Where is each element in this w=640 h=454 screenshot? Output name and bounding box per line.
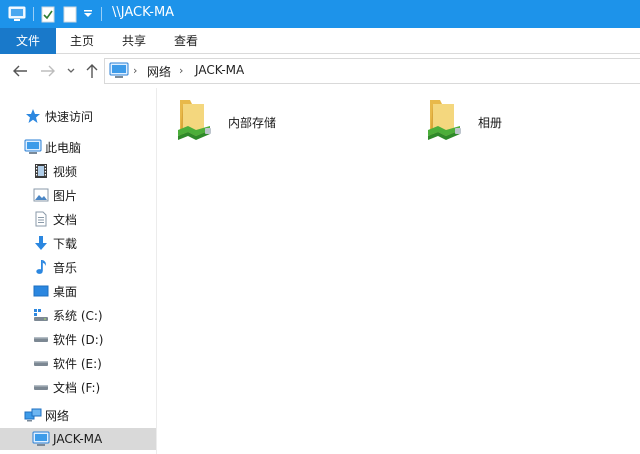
computer-icon (109, 62, 129, 83)
share-name: 相册 (478, 116, 503, 130)
up-arrow-icon[interactable] (82, 62, 102, 80)
computer-icon[interactable] (8, 5, 26, 23)
sidebar-item-drive-e[interactable]: 软件 (E:) (0, 352, 156, 374)
sidebar-item-label: 系统 (C:) (53, 308, 103, 323)
sidebar-item-label: 视频 (53, 164, 78, 179)
back-arrow-icon[interactable] (10, 62, 30, 80)
music-icon (32, 258, 50, 276)
share-item-internal-storage[interactable]: 内部存储 (174, 96, 314, 148)
sidebar-item-label: 网络 (45, 408, 70, 423)
ribbon-tabs: 文件 主页 共享 查看 (0, 28, 640, 54)
share-name: 内部存储 (228, 116, 277, 130)
sidebar-item-label: 音乐 (53, 260, 78, 275)
desktop-icon (32, 282, 50, 300)
sidebar-item-quick-access[interactable]: 快速访问 (0, 105, 156, 127)
forward-arrow-icon[interactable] (38, 62, 58, 80)
system-drive-icon (32, 306, 50, 324)
pictures-icon (32, 186, 50, 204)
sidebar-item-drive-f[interactable]: 文档 (F:) (0, 376, 156, 398)
sidebar-item-network[interactable]: 网络 (0, 404, 156, 426)
sidebar-item-this-pc[interactable]: 此电脑 (0, 136, 156, 158)
sidebar-item-desktop[interactable]: 桌面 (0, 280, 156, 302)
sidebar-item-label: 下载 (53, 236, 78, 251)
toolbar-separator (101, 7, 102, 21)
sidebar-item-drive-d[interactable]: 软件 (D:) (0, 328, 156, 350)
sidebar-item-drive-c[interactable]: 系统 (C:) (0, 304, 156, 326)
sidebar-item-label: 文档 (F:) (53, 380, 101, 395)
document-icon (32, 210, 50, 228)
computer-icon (24, 138, 42, 156)
tab-file[interactable]: 文件 (0, 28, 56, 54)
tab-view[interactable]: 查看 (162, 28, 210, 54)
file-list: 内部存储 相册 (158, 88, 640, 454)
sidebar-item-music[interactable]: 音乐 (0, 256, 156, 278)
sidebar-item-documents[interactable]: 文档 (0, 208, 156, 230)
drive-icon (32, 330, 50, 348)
drive-icon (32, 354, 50, 372)
properties-icon[interactable] (40, 5, 56, 23)
sidebar-item-label: 文档 (53, 212, 78, 227)
navigation-pane: 快速访问 此电脑 视频 图片 文档 下载 音乐 桌面 系统 (C:) 软件 (D… (0, 88, 157, 454)
download-icon (32, 234, 50, 252)
video-icon (32, 162, 50, 180)
shared-folder-icon (424, 96, 476, 148)
sidebar-item-downloads[interactable]: 下载 (0, 232, 156, 254)
sidebar-item-label: JACK-MA (53, 432, 103, 446)
computer-icon (32, 430, 50, 448)
sidebar-item-label: 桌面 (53, 284, 78, 299)
sidebar-item-label: 软件 (E:) (53, 356, 102, 371)
toolbar-separator (33, 7, 34, 21)
sidebar-item-jack-ma[interactable]: JACK-MA (0, 428, 156, 450)
tab-share[interactable]: 共享 (110, 28, 158, 54)
chevron-right-icon[interactable]: › (179, 64, 183, 77)
chevron-right-icon[interactable]: › (133, 64, 137, 77)
sidebar-item-label: 软件 (D:) (53, 332, 104, 347)
address-component-host[interactable]: JACK-MA (195, 63, 244, 77)
share-item-album[interactable]: 相册 (424, 96, 544, 148)
sidebar-item-label: 图片 (53, 188, 78, 203)
new-folder-icon[interactable] (62, 5, 78, 23)
star-icon (24, 107, 42, 125)
tab-home[interactable]: 主页 (58, 28, 106, 54)
address-component-network[interactable]: 网络 (147, 63, 171, 80)
sidebar-item-label: 快速访问 (45, 109, 94, 124)
address-bar[interactable]: › 网络 › JACK-MA (104, 58, 640, 84)
window-title: \\JACK-MA (112, 5, 175, 20)
shared-folder-icon (174, 96, 226, 148)
sidebar-item-pictures[interactable]: 图片 (0, 184, 156, 206)
title-bar: \\JACK-MA (0, 0, 640, 28)
network-icon (24, 406, 42, 424)
customize-dropdown-icon[interactable] (82, 5, 94, 23)
drive-icon (32, 378, 50, 396)
recent-dropdown-icon[interactable] (64, 62, 78, 80)
sidebar-item-label: 此电脑 (45, 140, 82, 155)
sidebar-item-videos[interactable]: 视频 (0, 160, 156, 182)
